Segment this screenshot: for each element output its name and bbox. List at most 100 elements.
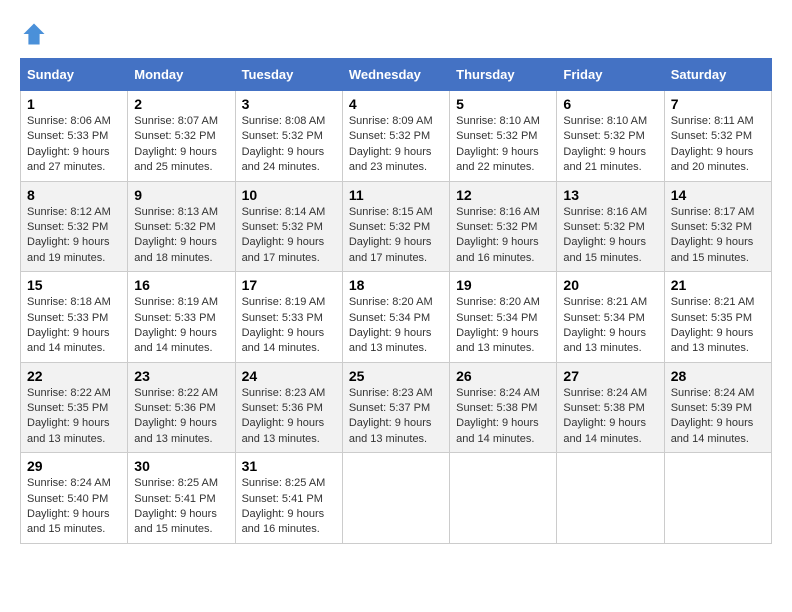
sunrise-label: Sunrise: 8:23 AM xyxy=(242,387,326,399)
day-info: Sunrise: 8:19 AM Sunset: 5:33 PM Dayligh… xyxy=(134,295,228,357)
sunset-label: Sunset: 5:37 PM xyxy=(349,402,430,414)
weekday-header: Friday xyxy=(557,59,664,91)
day-info: Sunrise: 8:21 AM Sunset: 5:34 PM Dayligh… xyxy=(563,295,657,357)
day-number: 9 xyxy=(134,187,228,203)
day-info: Sunrise: 8:09 AM Sunset: 5:32 PM Dayligh… xyxy=(349,114,443,176)
sunset-label: Sunset: 5:34 PM xyxy=(563,312,644,324)
calendar-week-row: 8 Sunrise: 8:12 AM Sunset: 5:32 PM Dayli… xyxy=(21,181,772,272)
calendar-cell: 4 Sunrise: 8:09 AM Sunset: 5:32 PM Dayli… xyxy=(342,91,449,182)
day-number: 16 xyxy=(134,277,228,293)
calendar-cell: 29 Sunrise: 8:24 AM Sunset: 5:40 PM Dayl… xyxy=(21,453,128,544)
daylight-label: Daylight: 9 hours and 25 minutes. xyxy=(134,146,217,173)
sunrise-label: Sunrise: 8:23 AM xyxy=(349,387,433,399)
sunrise-label: Sunrise: 8:22 AM xyxy=(27,387,111,399)
sunset-label: Sunset: 5:39 PM xyxy=(671,402,752,414)
calendar-cell xyxy=(664,453,771,544)
sunset-label: Sunset: 5:32 PM xyxy=(27,221,108,233)
sunrise-label: Sunrise: 8:10 AM xyxy=(563,115,647,127)
weekday-header: Tuesday xyxy=(235,59,342,91)
sunrise-label: Sunrise: 8:13 AM xyxy=(134,206,218,218)
daylight-label: Daylight: 9 hours and 15 minutes. xyxy=(671,236,754,263)
day-number: 30 xyxy=(134,458,228,474)
day-number: 20 xyxy=(563,277,657,293)
calendar-cell: 16 Sunrise: 8:19 AM Sunset: 5:33 PM Dayl… xyxy=(128,272,235,363)
day-info: Sunrise: 8:23 AM Sunset: 5:37 PM Dayligh… xyxy=(349,386,443,448)
sunset-label: Sunset: 5:33 PM xyxy=(27,312,108,324)
daylight-label: Daylight: 9 hours and 16 minutes. xyxy=(242,508,325,535)
calendar-week-row: 22 Sunrise: 8:22 AM Sunset: 5:35 PM Dayl… xyxy=(21,362,772,453)
weekday-header: Sunday xyxy=(21,59,128,91)
day-number: 24 xyxy=(242,368,336,384)
day-info: Sunrise: 8:23 AM Sunset: 5:36 PM Dayligh… xyxy=(242,386,336,448)
sunrise-label: Sunrise: 8:18 AM xyxy=(27,296,111,308)
sunset-label: Sunset: 5:32 PM xyxy=(134,130,215,142)
day-number: 10 xyxy=(242,187,336,203)
weekday-header: Monday xyxy=(128,59,235,91)
day-info: Sunrise: 8:14 AM Sunset: 5:32 PM Dayligh… xyxy=(242,205,336,267)
calendar-cell: 25 Sunrise: 8:23 AM Sunset: 5:37 PM Dayl… xyxy=(342,362,449,453)
daylight-label: Daylight: 9 hours and 27 minutes. xyxy=(27,146,110,173)
sunset-label: Sunset: 5:32 PM xyxy=(242,221,323,233)
daylight-label: Daylight: 9 hours and 13 minutes. xyxy=(671,327,754,354)
calendar-cell: 20 Sunrise: 8:21 AM Sunset: 5:34 PM Dayl… xyxy=(557,272,664,363)
sunrise-label: Sunrise: 8:24 AM xyxy=(456,387,540,399)
day-info: Sunrise: 8:16 AM Sunset: 5:32 PM Dayligh… xyxy=(563,205,657,267)
day-number: 27 xyxy=(563,368,657,384)
day-number: 19 xyxy=(456,277,550,293)
day-number: 23 xyxy=(134,368,228,384)
day-number: 15 xyxy=(27,277,121,293)
day-info: Sunrise: 8:22 AM Sunset: 5:36 PM Dayligh… xyxy=(134,386,228,448)
day-number: 13 xyxy=(563,187,657,203)
day-info: Sunrise: 8:07 AM Sunset: 5:32 PM Dayligh… xyxy=(134,114,228,176)
day-info: Sunrise: 8:15 AM Sunset: 5:32 PM Dayligh… xyxy=(349,205,443,267)
calendar-cell: 15 Sunrise: 8:18 AM Sunset: 5:33 PM Dayl… xyxy=(21,272,128,363)
calendar-cell: 12 Sunrise: 8:16 AM Sunset: 5:32 PM Dayl… xyxy=(450,181,557,272)
day-number: 31 xyxy=(242,458,336,474)
day-number: 18 xyxy=(349,277,443,293)
page-header xyxy=(20,20,772,48)
calendar-cell: 31 Sunrise: 8:25 AM Sunset: 5:41 PM Dayl… xyxy=(235,453,342,544)
daylight-label: Daylight: 9 hours and 13 minutes. xyxy=(349,327,432,354)
day-number: 26 xyxy=(456,368,550,384)
day-number: 25 xyxy=(349,368,443,384)
logo-icon xyxy=(20,20,48,48)
sunset-label: Sunset: 5:35 PM xyxy=(671,312,752,324)
daylight-label: Daylight: 9 hours and 15 minutes. xyxy=(27,508,110,535)
day-info: Sunrise: 8:24 AM Sunset: 5:39 PM Dayligh… xyxy=(671,386,765,448)
day-info: Sunrise: 8:17 AM Sunset: 5:32 PM Dayligh… xyxy=(671,205,765,267)
weekday-header: Wednesday xyxy=(342,59,449,91)
day-number: 21 xyxy=(671,277,765,293)
day-info: Sunrise: 8:12 AM Sunset: 5:32 PM Dayligh… xyxy=(27,205,121,267)
daylight-label: Daylight: 9 hours and 17 minutes. xyxy=(349,236,432,263)
sunrise-label: Sunrise: 8:06 AM xyxy=(27,115,111,127)
sunrise-label: Sunrise: 8:16 AM xyxy=(456,206,540,218)
calendar-header-row: SundayMondayTuesdayWednesdayThursdayFrid… xyxy=(21,59,772,91)
sunrise-label: Sunrise: 8:24 AM xyxy=(563,387,647,399)
sunrise-label: Sunrise: 8:08 AM xyxy=(242,115,326,127)
calendar-week-row: 15 Sunrise: 8:18 AM Sunset: 5:33 PM Dayl… xyxy=(21,272,772,363)
calendar-cell: 2 Sunrise: 8:07 AM Sunset: 5:32 PM Dayli… xyxy=(128,91,235,182)
sunrise-label: Sunrise: 8:24 AM xyxy=(671,387,755,399)
day-number: 7 xyxy=(671,96,765,112)
daylight-label: Daylight: 9 hours and 14 minutes. xyxy=(456,417,539,444)
sunset-label: Sunset: 5:40 PM xyxy=(27,493,108,505)
daylight-label: Daylight: 9 hours and 16 minutes. xyxy=(456,236,539,263)
sunset-label: Sunset: 5:34 PM xyxy=(349,312,430,324)
sunrise-label: Sunrise: 8:21 AM xyxy=(671,296,755,308)
calendar-cell: 23 Sunrise: 8:22 AM Sunset: 5:36 PM Dayl… xyxy=(128,362,235,453)
day-number: 2 xyxy=(134,96,228,112)
daylight-label: Daylight: 9 hours and 15 minutes. xyxy=(563,236,646,263)
sunset-label: Sunset: 5:33 PM xyxy=(134,312,215,324)
calendar-cell: 9 Sunrise: 8:13 AM Sunset: 5:32 PM Dayli… xyxy=(128,181,235,272)
day-info: Sunrise: 8:16 AM Sunset: 5:32 PM Dayligh… xyxy=(456,205,550,267)
sunrise-label: Sunrise: 8:07 AM xyxy=(134,115,218,127)
sunset-label: Sunset: 5:35 PM xyxy=(27,402,108,414)
day-info: Sunrise: 8:24 AM Sunset: 5:38 PM Dayligh… xyxy=(456,386,550,448)
sunrise-label: Sunrise: 8:12 AM xyxy=(27,206,111,218)
calendar-cell: 26 Sunrise: 8:24 AM Sunset: 5:38 PM Dayl… xyxy=(450,362,557,453)
daylight-label: Daylight: 9 hours and 18 minutes. xyxy=(134,236,217,263)
calendar-cell xyxy=(450,453,557,544)
calendar-cell: 21 Sunrise: 8:21 AM Sunset: 5:35 PM Dayl… xyxy=(664,272,771,363)
sunset-label: Sunset: 5:36 PM xyxy=(134,402,215,414)
sunset-label: Sunset: 5:41 PM xyxy=(242,493,323,505)
